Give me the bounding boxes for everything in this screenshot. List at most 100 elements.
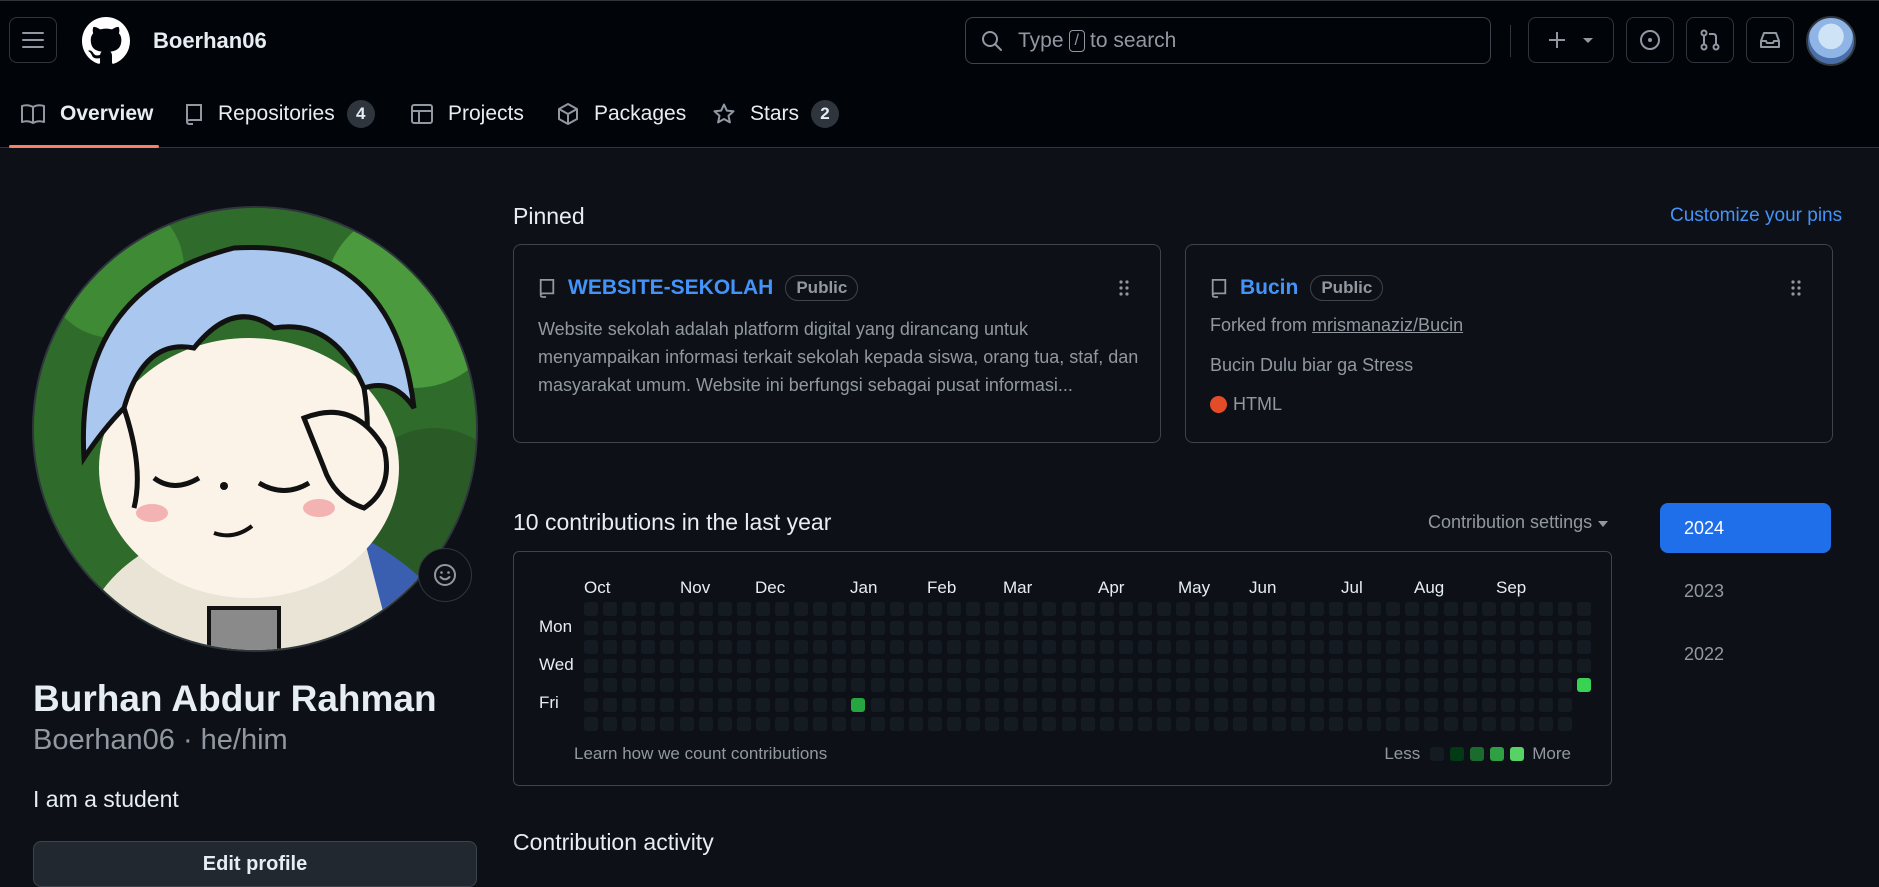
- contribution-day[interactable]: [1157, 640, 1171, 655]
- contribution-day[interactable]: [1481, 678, 1496, 693]
- contribution-day[interactable]: [985, 716, 1000, 731]
- contribution-day[interactable]: [1042, 659, 1057, 674]
- contribution-day[interactable]: [1348, 659, 1362, 674]
- contribution-day[interactable]: [1577, 659, 1592, 674]
- contribution-day[interactable]: [1519, 659, 1534, 674]
- contribution-day[interactable]: [622, 678, 637, 693]
- contribution-day[interactable]: [870, 640, 885, 655]
- contribution-day[interactable]: [1118, 659, 1133, 674]
- contribution-day[interactable]: [1157, 678, 1171, 693]
- contribution-day[interactable]: [1328, 678, 1343, 693]
- contribution-day[interactable]: [1195, 697, 1210, 712]
- contribution-day[interactable]: [622, 640, 637, 655]
- contribution-day[interactable]: [851, 716, 866, 731]
- contribution-day[interactable]: [1386, 659, 1401, 674]
- contribution-day[interactable]: [813, 602, 828, 616]
- contribution-day[interactable]: [775, 716, 789, 731]
- contribution-day[interactable]: [889, 621, 904, 636]
- contribution-day[interactable]: [985, 678, 1000, 693]
- contribution-day[interactable]: [641, 659, 656, 674]
- contribution-day[interactable]: [794, 716, 809, 731]
- contribution-day[interactable]: [1137, 621, 1152, 636]
- contribution-day[interactable]: [1424, 602, 1439, 616]
- contribution-day[interactable]: [1176, 640, 1191, 655]
- contribution-day[interactable]: [1558, 697, 1573, 712]
- contribution-day[interactable]: [1348, 621, 1362, 636]
- contribution-day[interactable]: [1539, 621, 1553, 636]
- contribution-day[interactable]: [1328, 621, 1343, 636]
- contribution-day[interactable]: [1367, 697, 1382, 712]
- contribution-day[interactable]: [1118, 678, 1133, 693]
- contribution-day[interactable]: [889, 697, 904, 712]
- contribution-day[interactable]: [1099, 716, 1114, 731]
- contribution-day[interactable]: [870, 716, 885, 731]
- contribution-day[interactable]: [1481, 640, 1496, 655]
- contribution-day[interactable]: [679, 602, 694, 616]
- contribution-day[interactable]: [679, 659, 694, 674]
- contribution-day[interactable]: [1348, 602, 1362, 616]
- contribution-day[interactable]: [698, 640, 713, 655]
- contribution-day[interactable]: [889, 640, 904, 655]
- contribution-day[interactable]: [1290, 659, 1305, 674]
- contribution-day[interactable]: [736, 621, 751, 636]
- contribution-day[interactable]: [1099, 659, 1114, 674]
- contribution-day[interactable]: [679, 621, 694, 636]
- contribution-day[interactable]: [1023, 621, 1038, 636]
- contribution-day[interactable]: [1099, 602, 1114, 616]
- contribution-day[interactable]: [851, 640, 866, 655]
- contribution-day[interactable]: [1424, 621, 1439, 636]
- contribution-day[interactable]: [698, 621, 713, 636]
- contribution-day[interactable]: [1042, 697, 1057, 712]
- contribution-day[interactable]: [1271, 640, 1286, 655]
- contribution-day[interactable]: [1137, 697, 1152, 712]
- contribution-day[interactable]: [1328, 716, 1343, 731]
- contribution-day[interactable]: [1577, 640, 1592, 655]
- contribution-day[interactable]: [1462, 659, 1477, 674]
- contribution-day[interactable]: [1061, 640, 1076, 655]
- contribution-day[interactable]: [736, 640, 751, 655]
- contribution-day[interactable]: [1290, 640, 1305, 655]
- set-status-button[interactable]: [418, 548, 472, 602]
- contribution-day[interactable]: [870, 697, 885, 712]
- contribution-day[interactable]: [1309, 621, 1324, 636]
- contribution-day[interactable]: [603, 602, 618, 616]
- contribution-day[interactable]: [1424, 640, 1439, 655]
- contribution-day[interactable]: [1252, 716, 1267, 731]
- contribution-day[interactable]: [584, 678, 598, 693]
- contribution-day[interactable]: [966, 602, 980, 616]
- contribution-day[interactable]: [1023, 640, 1038, 655]
- contribution-day[interactable]: [966, 716, 980, 731]
- contribution-day[interactable]: [736, 697, 751, 712]
- contribution-day[interactable]: [622, 659, 637, 674]
- contribution-day[interactable]: [1577, 602, 1592, 616]
- contribution-day[interactable]: [1271, 602, 1286, 616]
- contribution-day[interactable]: [985, 697, 1000, 712]
- contribution-day[interactable]: [775, 621, 789, 636]
- contribution-day[interactable]: [717, 697, 732, 712]
- edit-profile-button[interactable]: Edit profile: [33, 841, 477, 887]
- contribution-day[interactable]: [1214, 659, 1229, 674]
- contribution-day[interactable]: [1558, 602, 1573, 616]
- contribution-day[interactable]: [1577, 621, 1592, 636]
- contribution-day[interactable]: [1405, 621, 1420, 636]
- contribution-day[interactable]: [870, 678, 885, 693]
- contribution-day[interactable]: [1195, 621, 1210, 636]
- contribution-day[interactable]: [1137, 716, 1152, 731]
- contribution-day[interactable]: [717, 602, 732, 616]
- contribution-day[interactable]: [1481, 697, 1496, 712]
- contribution-day[interactable]: [1061, 659, 1076, 674]
- hamburger-menu-button[interactable]: [9, 17, 57, 63]
- contribution-day[interactable]: [1023, 697, 1038, 712]
- contribution-day[interactable]: [1386, 640, 1401, 655]
- contribution-day[interactable]: [1443, 697, 1458, 712]
- contribution-day[interactable]: [1367, 640, 1382, 655]
- contribution-day[interactable]: [851, 602, 866, 616]
- contribution-day[interactable]: [1405, 659, 1420, 674]
- contribution-day[interactable]: [1252, 697, 1267, 712]
- contribution-day[interactable]: [1252, 602, 1267, 616]
- contribution-day[interactable]: [1195, 716, 1210, 731]
- contribution-day[interactable]: [1462, 697, 1477, 712]
- contribution-day[interactable]: [1080, 716, 1095, 731]
- contribution-day[interactable]: [1519, 697, 1534, 712]
- contribution-day[interactable]: [1157, 602, 1171, 616]
